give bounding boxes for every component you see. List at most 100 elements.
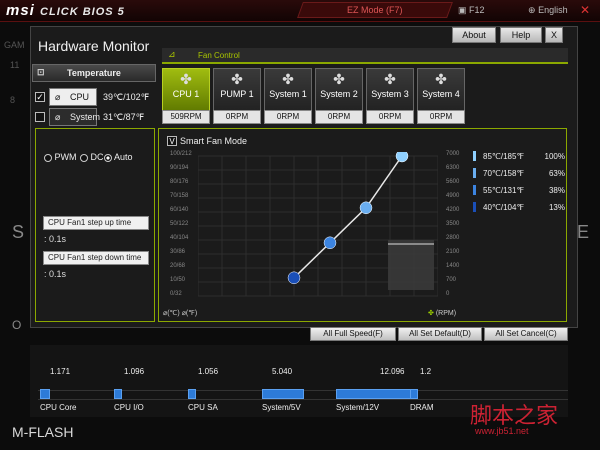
fan-tab-label: System 2	[320, 89, 358, 99]
voltage-label: CPU Core	[40, 403, 77, 412]
bg-label-8: 8	[10, 95, 16, 105]
fan-rpm-value: 0RPM	[417, 110, 465, 124]
fan-tab[interactable]: ✤ System 3	[366, 68, 414, 112]
fan-curve-point[interactable]	[287, 271, 301, 285]
voltage-bar	[336, 389, 412, 399]
bg-label-e: E	[577, 222, 590, 242]
mode-radio-dc[interactable]: DC	[80, 152, 104, 162]
fan-tab[interactable]: ✤ System 4	[417, 68, 465, 112]
legend-percent: 100%	[544, 152, 565, 161]
legend-percent: 63%	[548, 169, 565, 178]
thermometer-chart-icon: ⊡	[37, 67, 45, 77]
mode-radio-auto[interactable]: Auto	[104, 152, 133, 162]
y-tick-right: 700	[446, 277, 457, 283]
legend-swatch	[473, 151, 476, 161]
voltage-value: 1.096	[124, 367, 145, 376]
legend-swatch	[473, 168, 476, 178]
temperature-header: ⊡ Temperature	[32, 64, 156, 82]
sensor-checkbox-cpu[interactable]: ✓	[35, 92, 45, 102]
fan-curve-point[interactable]	[323, 236, 337, 250]
radio-circle	[44, 153, 52, 162]
thermometer-icon: ⌀	[55, 92, 61, 102]
y-tick-right: 2800	[446, 235, 460, 241]
y-tick-left: 90/194	[170, 165, 189, 171]
temp-sensor-row-cpu[interactable]: ✓ ⌀ CPU 39℃/102℉	[35, 88, 157, 108]
product-name: CLICK BIOS 5	[40, 6, 125, 18]
rpm-history-area	[388, 240, 434, 290]
sensor-name-cpu[interactable]: ⌀ CPU	[49, 88, 97, 106]
fan-curve-point[interactable]	[359, 201, 373, 215]
step-down-time-button[interactable]: CPU Fan1 step down time	[43, 251, 149, 265]
bg-label-o: O	[12, 318, 22, 332]
legend-temp: 85℃/185℉	[483, 152, 525, 161]
voltage-label: System/12V	[336, 403, 380, 412]
fan-curve-point[interactable]	[395, 152, 409, 163]
all-set-cancel-button[interactable]: All Set Cancel(C)	[484, 327, 568, 341]
fan-tab-label: System 1	[269, 89, 307, 99]
sensor-name-system[interactable]: ⌀ System	[49, 108, 100, 126]
mode-label: PWM	[54, 152, 77, 162]
temp-sensor-row-system[interactable]: ⌀ System 31℃/87℉	[35, 108, 157, 128]
y-tick-right: 7000	[446, 151, 460, 157]
sensor-checkbox-system[interactable]	[35, 112, 45, 122]
y-tick-left: 0/32	[170, 291, 182, 297]
watermark-url: www.jb51.net	[475, 426, 529, 436]
help-button[interactable]: Help	[500, 27, 542, 43]
fan-tab[interactable]: ✤ System 1	[264, 68, 312, 112]
language-button[interactable]: ⊕ English	[528, 5, 568, 16]
fan-tab[interactable]: ✤ CPU 1	[162, 68, 210, 112]
msi-logo: msi CLICK BIOS 5	[6, 2, 125, 19]
y-tick-left: 60/140	[170, 207, 189, 213]
y-tick-right: 6300	[446, 165, 460, 171]
fan-icon: ✤	[435, 71, 447, 87]
close-button[interactable]: X	[545, 27, 563, 43]
voltage-bar	[410, 389, 418, 399]
radio-circle	[80, 153, 88, 162]
voltage-bar	[262, 389, 304, 399]
m-flash-label[interactable]: M-FLASH	[12, 424, 73, 440]
mode-label: DC	[90, 152, 104, 162]
sensor-value-cpu: 39℃/102℉	[103, 92, 150, 102]
legend-temp: 70℃/158℉	[483, 169, 525, 178]
smart-fan-checkbox[interactable]: V	[167, 136, 177, 146]
fan-tab[interactable]: ✤ System 2	[315, 68, 363, 112]
all-set-default-button[interactable]: All Set Default(D)	[398, 327, 482, 341]
bg-label-s: S	[12, 222, 25, 242]
all-full-speed-button[interactable]: All Full Speed(F)	[310, 327, 396, 341]
fan-icon: ✤	[231, 71, 243, 87]
rpm-label: (RPM)	[435, 310, 457, 317]
temp-unit-label: ⌀(℃) ⌀(℉)	[163, 309, 197, 317]
voltage-label: System/5V	[262, 403, 301, 412]
y-tick-left: 30/86	[170, 249, 186, 255]
fan-icon: ✤	[282, 71, 294, 87]
fan-tab[interactable]: ✤ PUMP 1	[213, 68, 261, 112]
smart-fan-label: Smart Fan Mode	[180, 136, 248, 146]
exit-icon[interactable]: ✕	[580, 3, 590, 17]
fan-tab-label: CPU 1	[172, 89, 200, 99]
fan-tab-label: PUMP 1	[220, 89, 254, 99]
bg-label-gam: GAM	[4, 40, 25, 50]
f12-screenshot-button[interactable]: ▣ F12	[458, 5, 485, 16]
y-tick-left: 80/176	[170, 179, 189, 185]
y-tick-left: 20/68	[170, 263, 186, 269]
radio-circle	[104, 153, 112, 162]
voltage-value: 1.056	[198, 367, 219, 376]
step-up-time-button[interactable]: CPU Fan1 step up time	[43, 216, 149, 230]
y-tick-right: 3500	[446, 221, 460, 227]
fan-rpm-value: 0RPM	[264, 110, 312, 124]
legend-swatch	[473, 185, 476, 195]
ez-mode-button[interactable]: EZ Mode (F7)	[297, 2, 453, 18]
mode-radio-pwm[interactable]: PWM	[44, 152, 77, 162]
temperature-title: Temperature	[67, 68, 121, 78]
about-button[interactable]: About	[452, 27, 496, 43]
y-tick-right: 4200	[446, 207, 460, 213]
fan-rpm-value: 0RPM	[213, 110, 261, 124]
language-label: English	[538, 5, 568, 15]
thermometer-icon: ⌀	[55, 112, 61, 122]
fan-curve-chart[interactable]	[198, 152, 438, 302]
y-tick-left: 40/104	[170, 235, 189, 241]
y-tick-left: 50/122	[170, 221, 189, 227]
fan-tab-label: System 3	[371, 89, 409, 99]
fan-icon: ✤	[384, 71, 396, 87]
fan-rpm-value: 0RPM	[315, 110, 363, 124]
